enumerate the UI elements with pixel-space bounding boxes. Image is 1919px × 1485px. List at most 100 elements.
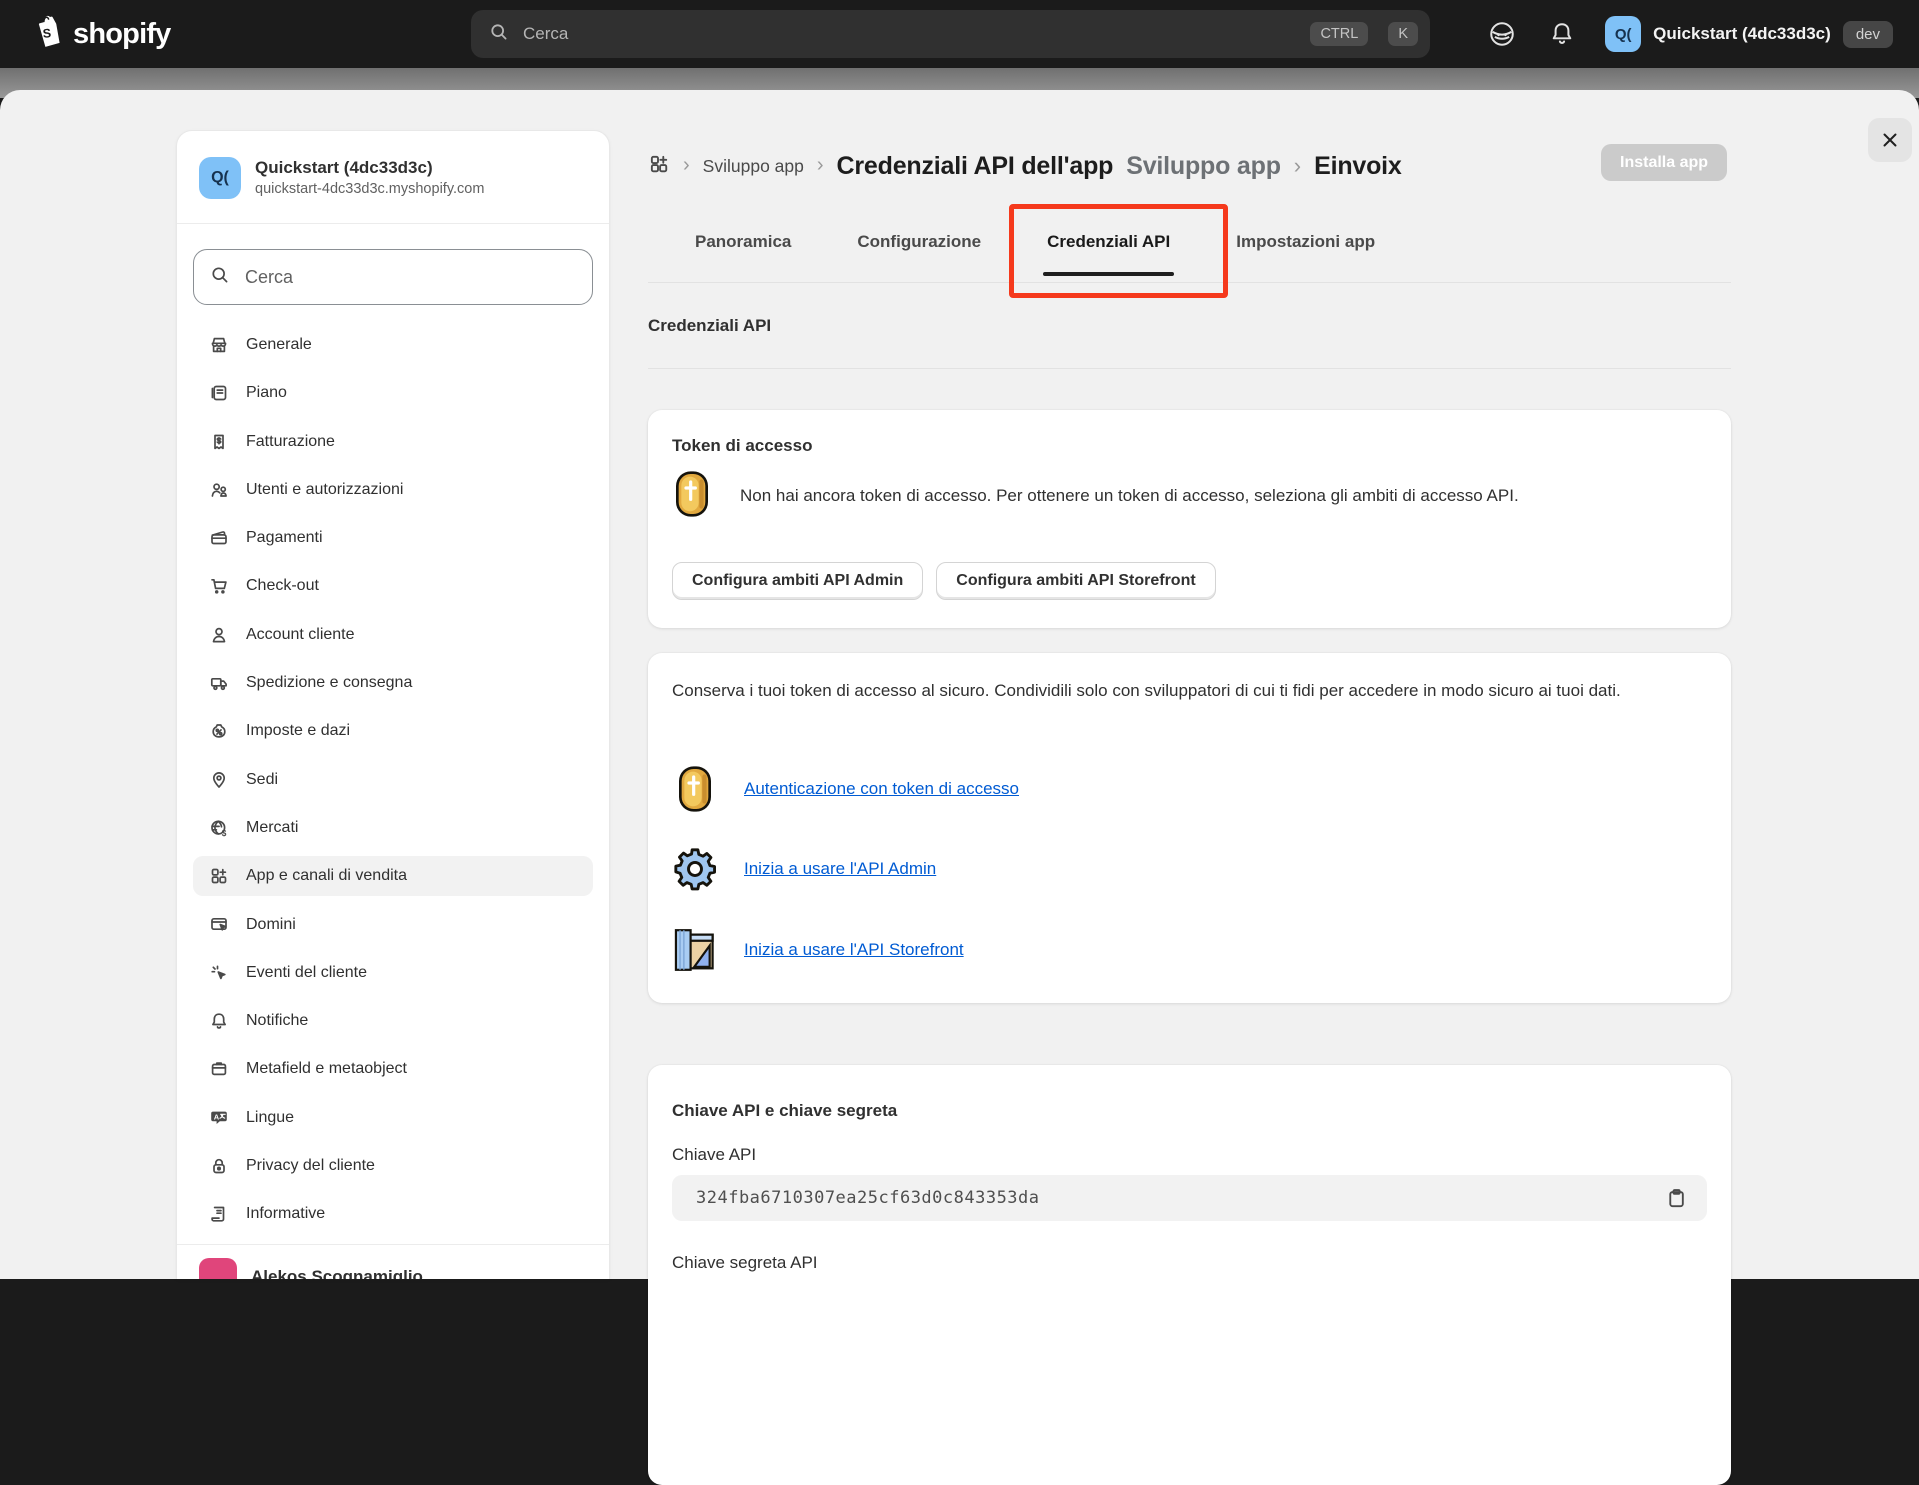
svg-text:A: A [214,1112,220,1121]
sidebar-item-privacy[interactable]: Privacy del cliente [193,1146,593,1186]
doc-link-row: Inizia a usare l'API Admin [672,844,936,894]
sidebar-item-billing[interactable]: Fatturazione [193,422,593,462]
settings-sidebar: Q( Quickstart (4dc33d3c) quickstart-4dc3… [176,130,610,1279]
api-keys-card-title: Chiave API e chiave segreta [672,1101,897,1121]
sidebar-store-domain: quickstart-4dc33d3c.myshopify.com [255,179,484,199]
tab-panoramica[interactable]: Panoramica [685,218,801,278]
access-token-card: Token di accesso Non hai ancora token di… [648,410,1731,628]
user-avatar [199,1258,237,1279]
doc-link-row: Inizia a usare l'API Storefront [672,925,964,975]
account-store-name: Quickstart (4dc33d3c) [1653,24,1831,44]
shopify-admin-window: S shopify CTRL K Q( Quickstart (4dc33d3c)… [0,0,1919,1279]
sidebar-item-policies[interactable]: Informative [193,1194,593,1234]
doc-link[interactable]: Autenticazione con token di accesso [744,779,1019,799]
sidebar-item-label: Imposte e dazi [246,722,350,740]
doc-link[interactable]: Inizia a usare l'API Admin [744,859,936,879]
sidebar-item-apps[interactable]: App e canali di vendita [193,856,593,896]
breadcrumb-current-app: Einvoix [1314,152,1402,181]
configure-admin-scopes-button[interactable]: Configura ambiti API Admin [672,562,923,600]
sidebar-item-notifications[interactable]: Notifiche [193,1001,593,1041]
sidebar-item-label: Pagamenti [246,529,323,547]
sidebar-item-checkout[interactable]: Check-out [193,566,593,606]
locations-icon [209,770,229,790]
sidebar-item-label: Fatturazione [246,433,335,451]
search-icon [489,22,509,47]
notifications-bell-icon[interactable] [1545,17,1579,51]
checkout-icon [209,576,229,596]
access-token-card-title: Token di accesso [672,436,812,456]
sidebar-item-users[interactable]: Utenti e autorizzazioni [193,470,593,510]
global-search-input[interactable] [521,23,1298,45]
sidebar-item-markets[interactable]: $Mercati [193,808,593,848]
sidebar-user[interactable]: Alekos Scognamiglio [199,1258,423,1279]
global-search[interactable]: CTRL K [471,10,1430,58]
sidebar-item-customer-events[interactable]: Eventi del cliente [193,953,593,993]
tab-bar: Panoramica Configurazione Credenziali API I… [685,218,1385,278]
sidebar-item-label: Eventi del cliente [246,964,367,982]
sidebar-item-label: Utenti e autorizzazioni [246,481,403,499]
sidebar-item-label: Piano [246,384,287,402]
sidebar-divider [177,1244,609,1245]
billing-icon [209,432,229,452]
sidebar-item-label: Sedi [246,771,278,789]
tab-credenziali-api[interactable]: Credenziali API [1037,218,1180,278]
sidebar-item-label: Privacy del cliente [246,1157,375,1175]
doc-link[interactable]: Inizia a usare l'API Storefront [744,940,964,960]
plan-icon [209,383,229,403]
store-icon [209,335,229,355]
sidebar-item-label: App e canali di vendita [246,867,407,885]
notifications-icon [209,1011,229,1031]
divider [648,282,1731,283]
apps-grid-icon[interactable] [648,153,670,180]
api-secret-label: Chiave segreta API [672,1253,818,1273]
domains-icon [209,915,229,935]
kbd-k: K [1388,22,1418,47]
sidebar-item-shipping[interactable]: Spedizione e consegna [193,663,593,703]
policies-icon [209,1204,229,1224]
kbd-ctrl: CTRL [1310,22,1368,47]
configure-storefront-scopes-button[interactable]: Configura ambiti API Storefront [936,562,1215,600]
payments-icon [209,528,229,548]
sidebar-item-metafields[interactable]: Metafield e metaobject [193,1049,593,1089]
api-keys-card: Chiave API e chiave segreta Chiave API 3… [648,1065,1731,1485]
privacy-icon [209,1156,229,1176]
sidebar-store-header[interactable]: Q( Quickstart (4dc33d3c) quickstart-4dc3… [199,157,587,199]
sidebar-item-label: Notifiche [246,1012,308,1030]
close-button[interactable] [1868,118,1912,162]
sidebar-item-locations[interactable]: Sedi [193,760,593,800]
sidebar-item-label: Informative [246,1205,325,1223]
sidebar-divider [177,223,609,224]
coin-icon [672,764,718,814]
shopify-logo[interactable]: S shopify [30,0,171,68]
sidebar-item-customer-account[interactable]: Account cliente [193,615,593,655]
sidebar-store-avatar: Q( [199,157,241,199]
store-avatar: Q( [1605,16,1641,52]
tab-configurazione[interactable]: Configurazione [847,218,991,278]
shopify-bag-icon: S [30,13,64,56]
sidebar-item-label: Domini [246,916,296,934]
account-menu[interactable]: Q( Quickstart (4dc33d3c) dev [1605,16,1893,52]
sidebar-item-taxes[interactable]: Imposte e dazi [193,711,593,751]
breadcrumb-app-development[interactable]: Sviluppo app [703,156,804,177]
assistant-icon[interactable] [1485,17,1519,51]
empty-token-message: Non hai ancora token di accesso. Per ott… [740,486,1519,506]
sidebar-item-label: Metafield e metaobject [246,1060,407,1078]
sidebar-search[interactable] [193,249,593,305]
divider [648,368,1731,369]
sidebar-item-domains[interactable]: Domini [193,905,593,945]
shopify-wordmark: shopify [73,18,171,51]
main-content: › Sviluppo app › Credenziali API dell'ap… [648,90,1731,1279]
breadcrumb-separator: › [817,154,824,177]
sidebar-item-plan[interactable]: Piano [193,373,593,413]
sidebar-item-payments[interactable]: Pagamenti [193,518,593,558]
sidebar-item-store[interactable]: Generale [193,325,593,365]
gear-icon [672,846,718,892]
sidebar-search-input[interactable] [243,266,576,289]
dev-badge: dev [1843,21,1893,48]
api-key-field: 324fba6710307ea25cf63d0c843353da [672,1175,1707,1221]
install-app-button[interactable]: Installa app [1601,144,1727,181]
copy-api-key-button[interactable] [1661,1183,1691,1213]
sidebar-item-languages[interactable]: ALingue [193,1098,593,1138]
user-name: Alekos Scognamiglio [251,1267,423,1279]
tab-impostazioni-app[interactable]: Impostazioni app [1226,218,1385,278]
